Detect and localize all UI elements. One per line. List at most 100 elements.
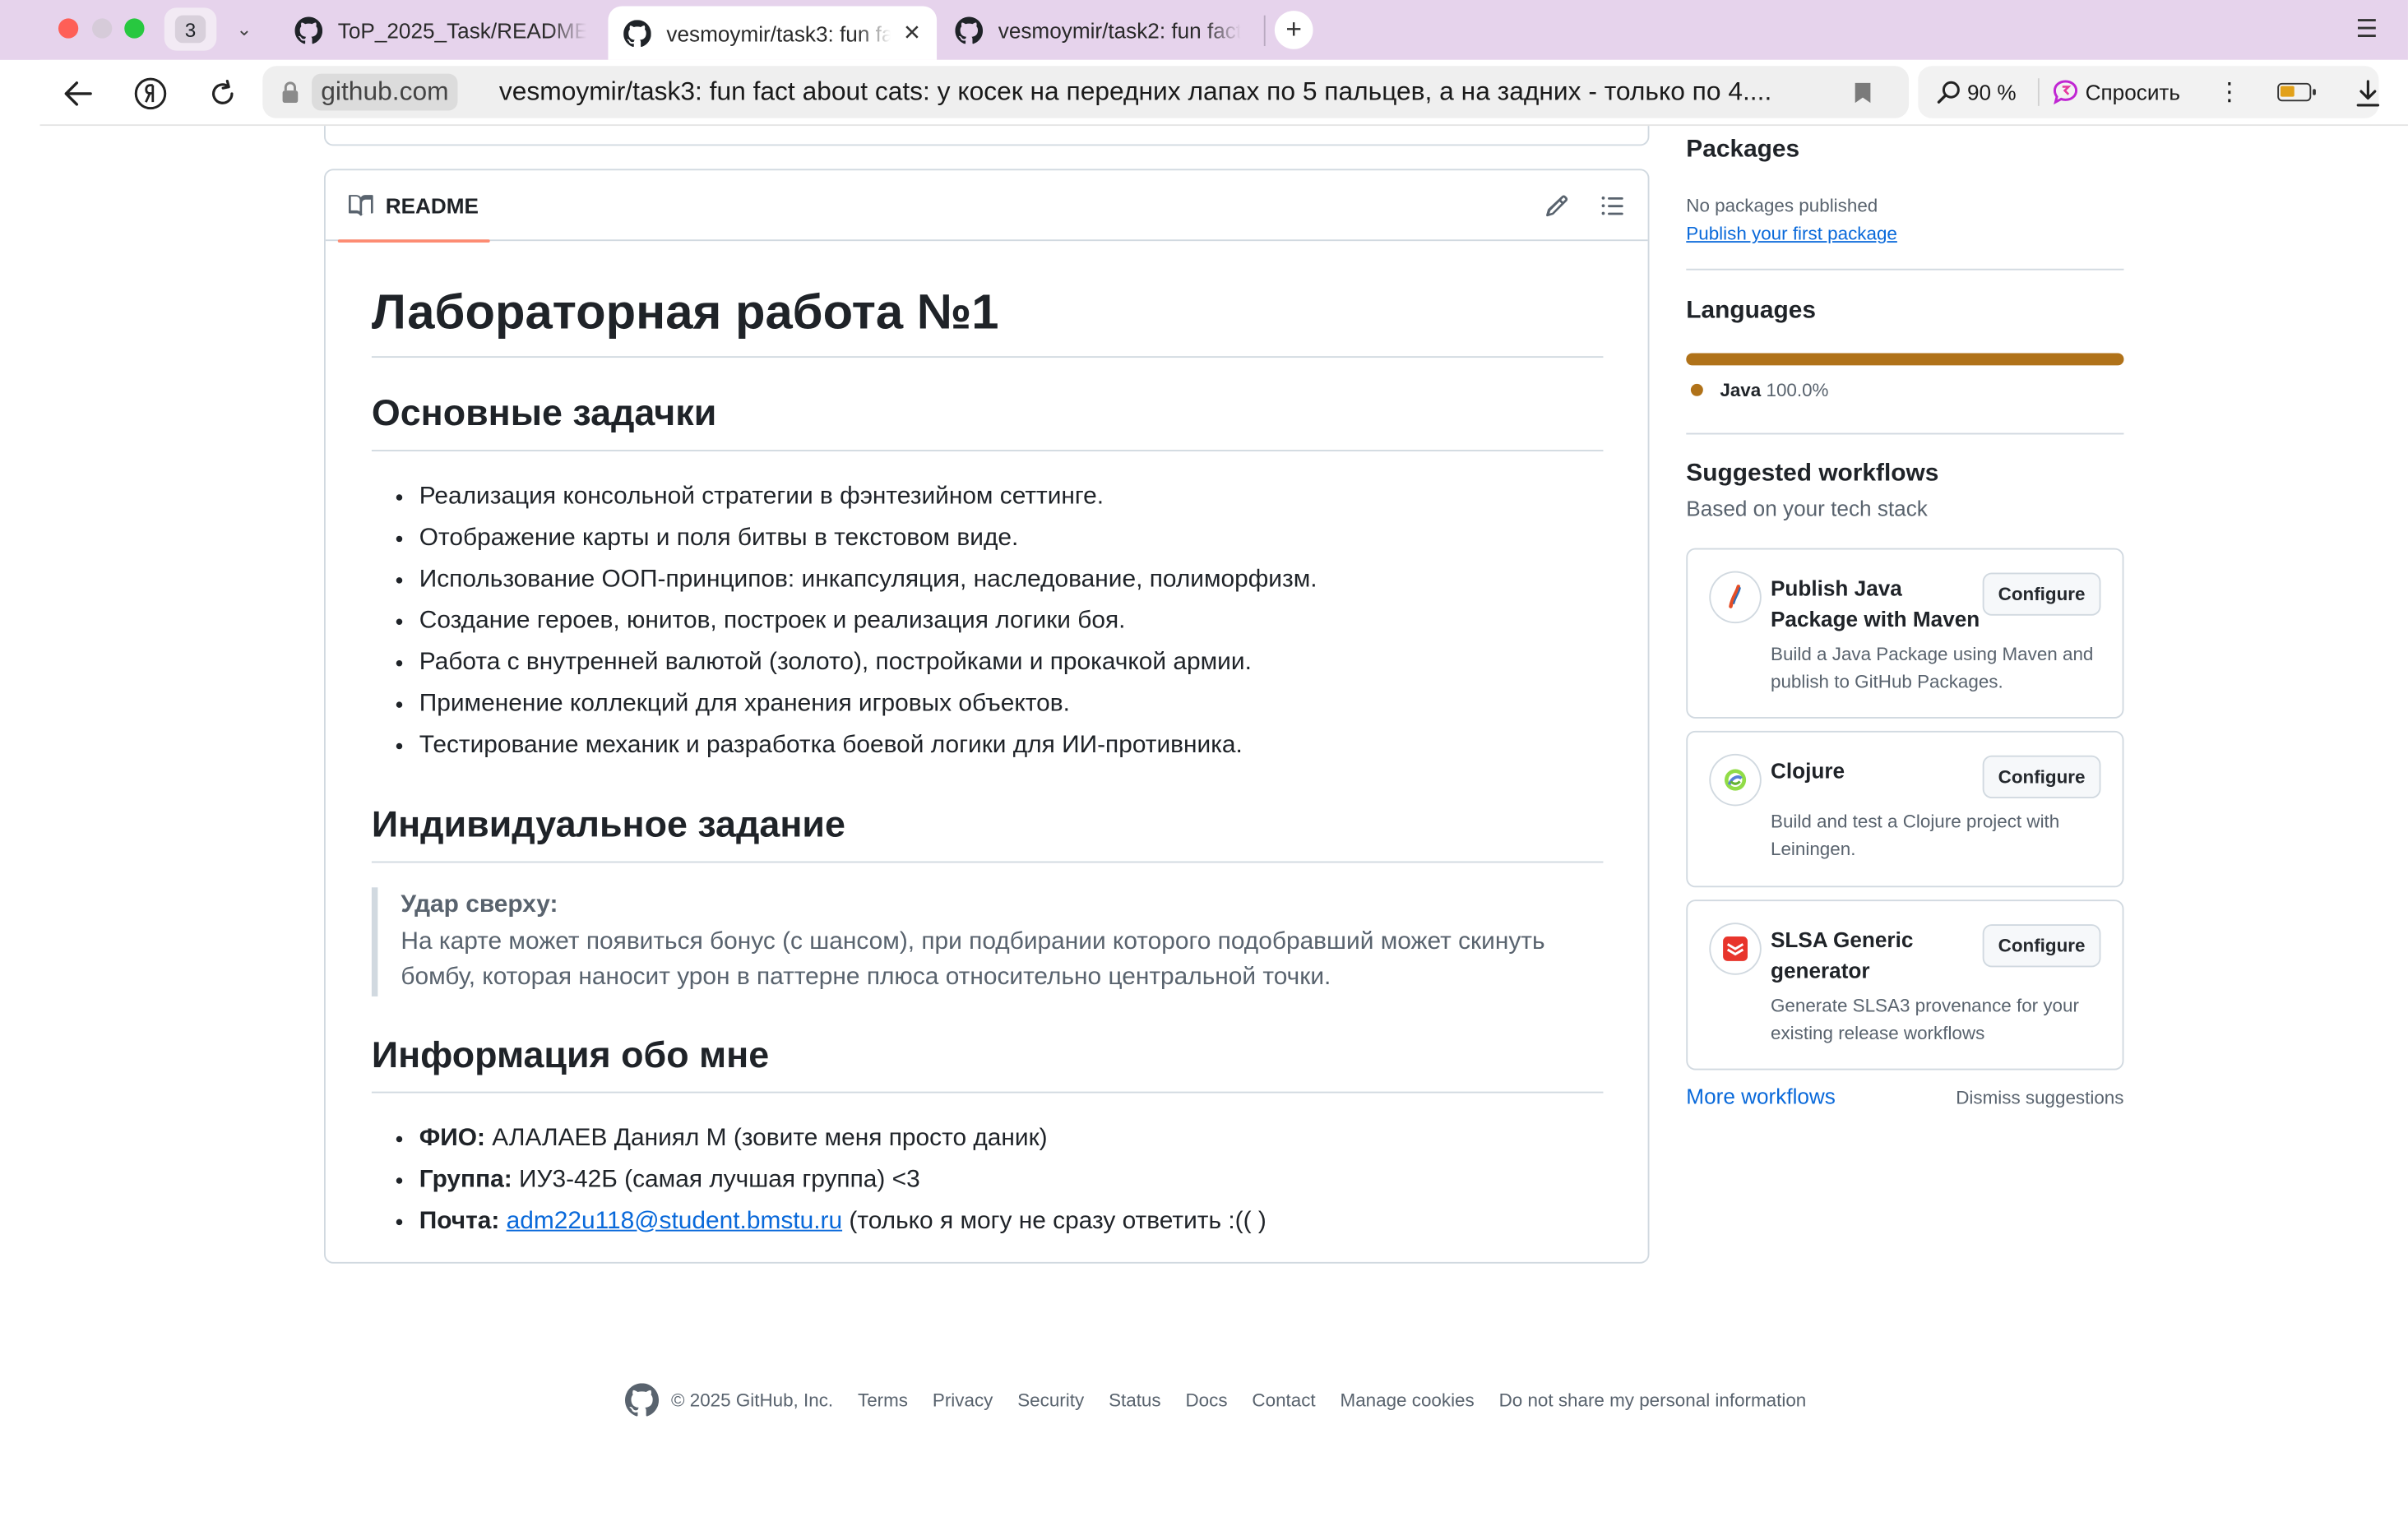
workflow-card-java-maven: Publish Java Package with Maven Configur…: [1686, 548, 2124, 719]
lock-icon: [282, 81, 299, 104]
alice-chat-icon: [2053, 80, 2077, 105]
tab-count-button[interactable]: 3: [164, 7, 217, 51]
divider: [1686, 432, 2124, 435]
address-bar[interactable]: github.com vesmoymir/task3: fun fact abo…: [262, 66, 1910, 118]
java-color-dot: [1690, 383, 1703, 396]
list-item: Использование ООП-принципов: инкапсуляци…: [419, 559, 1604, 600]
more-vertical-icon[interactable]: ⋮: [2217, 76, 2242, 107]
workflow-title: Publish Java Package with Maven: [1770, 576, 1980, 631]
tab-task2[interactable]: vesmoymir/task2: fun fact about cats: [940, 6, 1257, 53]
configure-button[interactable]: Configure: [1982, 572, 2101, 616]
footer-link-docs[interactable]: Docs: [1185, 1390, 1227, 1411]
site-footer: © 2025 GitHub, Inc. Terms Privacy Securi…: [624, 1382, 1831, 1419]
email-link[interactable]: adm22u118@student.bmstu.ru: [507, 1208, 842, 1234]
browser-window: 3 ⌄ ToP_2025_Task/README.md vesmoymir/ta…: [0, 0, 2408, 1526]
tasks-list: Реализация консольной стратегии в фэнтез…: [372, 476, 1604, 766]
section-heading-individual: Индивидуальное задание: [371, 803, 1604, 863]
readme-body: Лабораторная работа №1 Основные задачки …: [371, 281, 1604, 1279]
footer-link-terms[interactable]: Terms: [858, 1390, 908, 1411]
divider: [1686, 268, 2124, 271]
dismiss-suggestions-link[interactable]: Dismiss suggestions: [1956, 1087, 2123, 1108]
workflow-title: Clojure: [1770, 758, 1845, 784]
configure-button[interactable]: Configure: [1982, 755, 2101, 798]
yandex-icon[interactable]: [131, 74, 171, 114]
list-item-group: Группа: ИУ3-42Б (самая лучшая группа) <3: [419, 1158, 1604, 1200]
footer-link-manage-cookies[interactable]: Manage cookies: [1341, 1390, 1475, 1411]
group-value: ИУ3-42Б (самая лучшая группа) <3: [512, 1166, 920, 1192]
ask-alice-button[interactable]: Спросить: [2040, 78, 2180, 106]
hamburger-menu-icon[interactable]: ☰: [2355, 14, 2378, 44]
list-item-fio: ФИО: АЛАЛАЕВ Даниял М (зовите меня прост…: [419, 1117, 1604, 1158]
configure-button[interactable]: Configure: [1982, 924, 2101, 968]
about-list: ФИО: АЛАЛАЕВ Даниял М (зовите меня прост…: [372, 1117, 1604, 1241]
mail-suffix: (только я могу не сразу ответить :(( ): [842, 1207, 1267, 1234]
quote-text: На карте может появиться бонус (с шансом…: [401, 927, 1545, 991]
list-item: Реализация консольной стратегии в фэнтез…: [419, 476, 1604, 517]
bookmark-icon[interactable]: [1854, 81, 1872, 104]
close-window-button[interactable]: [58, 18, 79, 39]
packages-heading: Packages: [1686, 136, 1800, 163]
github-icon: [294, 16, 323, 44]
readme-header: README: [325, 170, 1648, 243]
tab-label: vesmoymir/task3: fun fact about cats: [666, 21, 891, 46]
readme-panel: README Лабораторная работа №1 Основные з…: [324, 169, 1650, 1264]
chevron-down-icon[interactable]: ⌄: [225, 12, 265, 46]
clojure-icon: [1711, 755, 1760, 805]
back-arrow-icon[interactable]: [58, 74, 99, 114]
tab-label: ToP_2025_Task/README.md: [337, 17, 587, 43]
list-item: Тестирование механик и разработка боевой…: [419, 724, 1604, 765]
close-tab-icon[interactable]: ✕: [903, 20, 921, 46]
publish-package-link[interactable]: Publish your first package: [1686, 223, 1897, 244]
github-logo-icon[interactable]: [624, 1383, 660, 1417]
footer-link-privacy[interactable]: Privacy: [933, 1390, 993, 1411]
tab-bar: 3 ⌄ ToP_2025_Task/README.md vesmoymir/ta…: [0, 0, 2408, 60]
zoom-button[interactable]: 90 %: [1918, 80, 2017, 104]
language-percent: 100.0%: [1766, 379, 1829, 401]
workflow-card-clojure: Clojure Configure Build and test a Cloju…: [1686, 730, 2124, 888]
quote-title: Удар сверху:: [401, 891, 558, 918]
workflows-subtitle: Based on your tech stack: [1686, 496, 1928, 521]
blockquote: Удар сверху: На карте может появиться бо…: [371, 887, 1604, 996]
languages-heading: Languages: [1686, 298, 1817, 325]
more-workflows-link[interactable]: More workflows: [1686, 1084, 1836, 1108]
tab-task3[interactable]: vesmoymir/task3: fun fact about cats ✕: [608, 6, 938, 60]
zoom-level: 90 %: [1967, 80, 2017, 104]
footer-link-contact[interactable]: Contact: [1252, 1390, 1315, 1411]
download-icon[interactable]: [2348, 74, 2388, 114]
tab-count: 3: [174, 15, 206, 44]
readme-tab[interactable]: README: [337, 170, 489, 243]
github-icon: [955, 16, 984, 44]
tab-separator: [1263, 15, 1266, 47]
java-icon: [1711, 572, 1760, 622]
reload-icon[interactable]: [202, 74, 243, 114]
tab-readme[interactable]: ToP_2025_Task/README.md: [280, 6, 602, 53]
list-item: Применение коллекций для хранения игровы…: [419, 683, 1604, 724]
workflow-desc: Generate SLSA3 provenance for your exist…: [1770, 995, 2079, 1043]
footer-link-security[interactable]: Security: [1017, 1390, 1084, 1411]
list-outline-icon[interactable]: [1600, 193, 1625, 218]
section-heading-about: Информация обо мне: [371, 1033, 1604, 1093]
workflow-title: SLSA Generic generator: [1770, 927, 1914, 983]
language-item-java[interactable]: Java 100.0%: [1690, 379, 1829, 401]
workflow-desc: Build and test a Clojure project with Le…: [1770, 810, 2060, 859]
book-icon: [348, 195, 373, 216]
ask-label: Спросить: [2085, 80, 2181, 104]
readme-title: Лабораторная работа №1: [371, 281, 1604, 358]
page-content: README Лабораторная работа №1 Основные з…: [39, 126, 2408, 1526]
pencil-icon[interactable]: [1545, 193, 1570, 218]
footer-copyright: © 2025 GitHub, Inc.: [671, 1389, 834, 1412]
list-item: Отображение карты и поля битвы в текстов…: [419, 517, 1604, 558]
list-item-mail: Почта: adm22u118@student.bmstu.ru (тольк…: [419, 1200, 1604, 1241]
new-tab-button[interactable]: +: [1274, 11, 1313, 49]
browser-toolbar: github.com vesmoymir/task3: fun fact abo…: [39, 59, 2408, 127]
file-list-box-bottom: [324, 126, 1650, 146]
footer-link-status[interactable]: Status: [1109, 1390, 1161, 1411]
battery-icon[interactable]: [2277, 82, 2316, 102]
fio-value: АЛАЛАЕВ Даниял М (зовите меня просто дан…: [484, 1124, 1048, 1151]
workflow-desc: Build a Java Package using Maven and pub…: [1770, 643, 2094, 692]
maximize-window-button[interactable]: [124, 18, 145, 39]
list-item: Создание героев, юнитов, построек и реал…: [419, 600, 1604, 641]
footer-link-do-not-share[interactable]: Do not share my personal information: [1499, 1390, 1807, 1411]
minimize-window-button[interactable]: [92, 18, 113, 39]
fio-label: ФИО:: [419, 1124, 485, 1151]
